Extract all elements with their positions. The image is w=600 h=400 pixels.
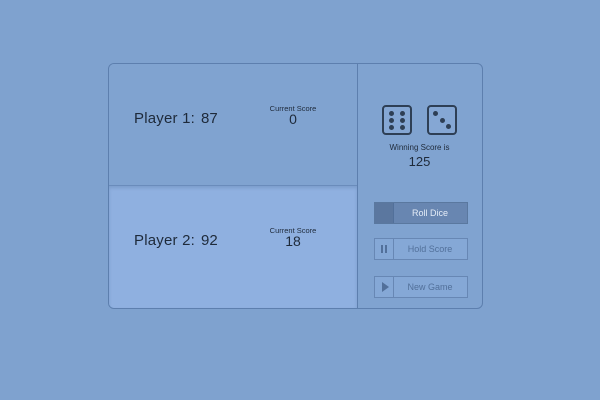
die-pip	[389, 125, 394, 130]
player-1-total-score: 87	[201, 110, 218, 127]
controls-panel: Winning Score is 125 Roll Dice Hold Scor…	[357, 64, 482, 308]
player-2-total-score: 92	[201, 232, 218, 249]
player-2-current-score: 18	[285, 233, 301, 249]
die-pip	[400, 118, 405, 123]
die-pip	[400, 125, 405, 130]
winning-score-label: Winning Score is	[389, 143, 450, 152]
die-pip	[389, 111, 394, 116]
hold-score-label: Hold Score	[407, 244, 453, 254]
die-pip	[433, 111, 438, 116]
hold-score-button[interactable]: Hold Score	[374, 238, 468, 260]
die-pip	[400, 111, 405, 116]
die-six-icon	[382, 105, 412, 135]
roll-dice-button[interactable]: Roll Dice	[374, 202, 468, 224]
roll-dice-label: Roll Dice	[411, 208, 448, 218]
player-1-panel: Player 1: 87 Current Score 0	[109, 64, 357, 186]
players-area: Player 1: 87 Current Score 0 Player 2: 9…	[109, 64, 358, 308]
player-2-label: Player 2:	[134, 232, 195, 249]
new-game-button[interactable]: New Game	[374, 276, 468, 298]
player-2-panel: Player 2: 92 Current Score 18	[109, 186, 357, 308]
die-pip	[446, 124, 451, 129]
player-1-label: Player 1:	[134, 110, 195, 127]
player-1-current-score: 0	[289, 111, 297, 127]
winning-score-value: 125	[408, 154, 431, 169]
new-game-label: New Game	[407, 282, 453, 292]
play-icon	[375, 277, 394, 297]
dice-icon	[375, 203, 394, 223]
game-board: Player 1: 87 Current Score 0 Player 2: 9…	[108, 63, 483, 309]
die-three-icon	[427, 105, 457, 135]
die-pip	[389, 118, 394, 123]
pause-icon	[375, 239, 394, 259]
die-pip	[439, 117, 445, 123]
